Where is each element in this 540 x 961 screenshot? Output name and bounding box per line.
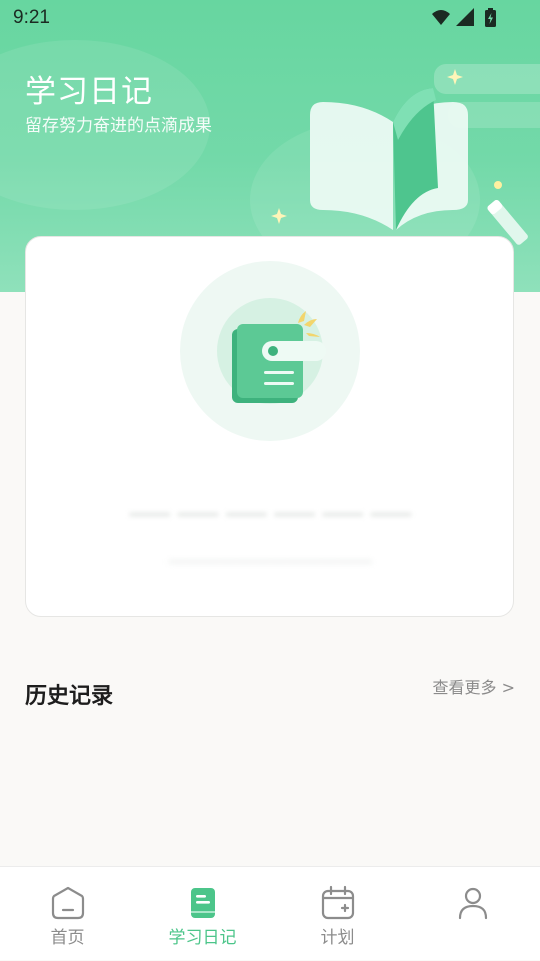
- battery-charging-icon: [485, 8, 496, 27]
- card-subhint-blurred: ▁▁▁▁▁▁▁▁▁▁▁▁: [168, 539, 373, 564]
- profile-icon: [458, 887, 487, 920]
- sparkle-icon: [271, 208, 287, 224]
- diary-empty-card[interactable]: ▁▁ ▁▁ ▁▁ ▁▁ ▁▁ ▁▁ ▁▁▁▁▁▁▁▁▁▁▁▁: [25, 236, 514, 617]
- diary-book-icon: [180, 261, 360, 441]
- card-hint-blurred: ▁▁ ▁▁ ▁▁ ▁▁ ▁▁ ▁▁: [129, 487, 412, 517]
- tab-home[interactable]: 首页: [0, 867, 135, 961]
- tab-label: 首页: [50, 928, 85, 948]
- page-title: 学习日记: [25, 74, 153, 110]
- tab-profile[interactable]: [405, 867, 540, 961]
- status-time: 9:21: [13, 7, 50, 28]
- wifi-icon: [432, 10, 450, 25]
- tab-plan[interactable]: 计划: [270, 867, 405, 961]
- page-subtitle: 留存努力奋进的点滴成果: [25, 116, 212, 136]
- calendar-plus-icon: [321, 885, 354, 920]
- status-icons: [432, 8, 496, 27]
- dot-decor: [494, 181, 502, 189]
- tab-label: 计划: [320, 928, 355, 948]
- diary-icon: [190, 888, 215, 918]
- history-section-title: 历史记录: [25, 684, 114, 709]
- bottom-tab-bar: 首页 学习日记 计划: [0, 866, 540, 960]
- cellular-signal-icon: [456, 8, 474, 26]
- tab-study-diary[interactable]: 学习日记: [135, 867, 270, 961]
- status-bar: 9:21: [0, 0, 540, 36]
- tab-label: 学习日记: [168, 928, 237, 948]
- home-icon: [51, 886, 84, 920]
- view-more-link[interactable]: 查看更多 >: [433, 674, 516, 698]
